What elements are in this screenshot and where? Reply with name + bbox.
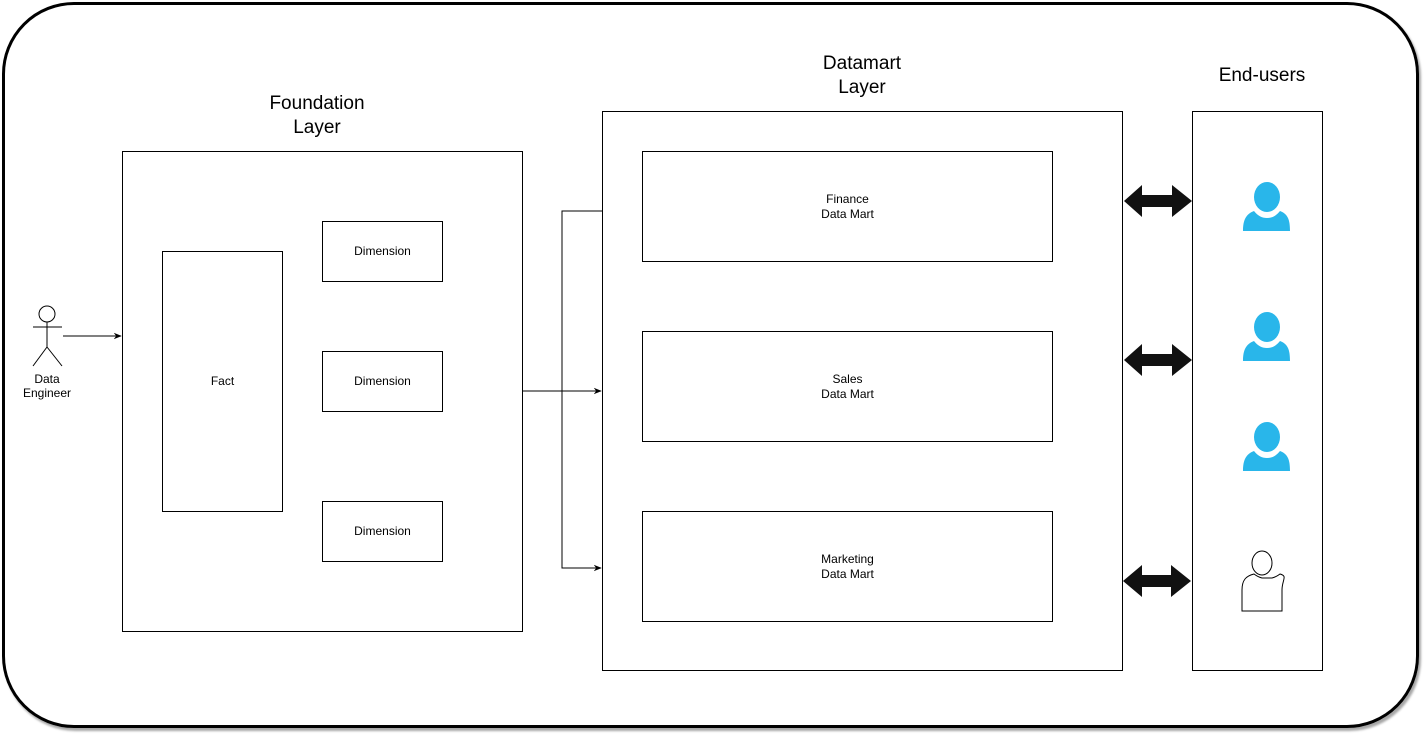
- user-icon: [1243, 182, 1290, 231]
- bidirectional-arrow-icon: [1124, 344, 1192, 376]
- bidirectional-arrow-icon: [1123, 565, 1191, 597]
- user-icon: [1243, 312, 1290, 361]
- end-users-layer: [1123, 182, 1290, 612]
- user-icon: [1243, 422, 1290, 471]
- user-outline-icon: [1241, 550, 1285, 612]
- bidirectional-arrow-icon: [1124, 185, 1192, 217]
